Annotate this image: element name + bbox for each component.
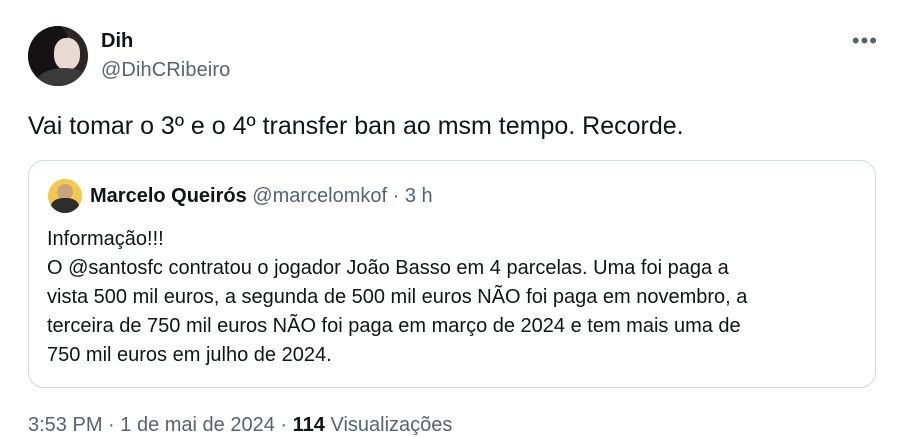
author-handle[interactable]: @DihCRibeiro [101, 59, 230, 82]
views-label: Visualizações [330, 414, 453, 436]
tweet-text: Vai tomar o 3º e o 4º transfer ban ao ms… [28, 112, 684, 140]
quoted-author-avatar[interactable] [48, 179, 82, 213]
quoted-avatar-body [51, 198, 79, 213]
quoted-timestamp[interactable]: 3 h [405, 185, 433, 207]
quoted-header: Marcelo Queirós @marcelomkof · 3 h [90, 185, 433, 208]
quoted-handle[interactable]: @marcelomkof [252, 185, 387, 207]
tweet-time[interactable]: 3:53 PM [28, 414, 102, 436]
footer-separator: · [280, 414, 288, 436]
quoted-text-line: terceira de 750 mil euros NÃO foi paga e… [47, 315, 741, 337]
quoted-display-name[interactable]: Marcelo Queirós [90, 185, 247, 207]
quoted-text-line: 750 mil euros em julho de 2024. [47, 344, 332, 366]
quoted-text: Informação!!! O @santosfc contratou o jo… [47, 225, 867, 370]
tweet-date[interactable]: 1 de mai de 2024 [120, 414, 275, 436]
quoted-tweet-card[interactable]: Marcelo Queirós @marcelomkof · 3 h Infor… [28, 160, 876, 388]
quoted-text-line: Informação!!! [47, 228, 164, 250]
author-avatar[interactable] [28, 26, 88, 86]
more-options-icon[interactable]: ••• [852, 30, 878, 52]
quoted-text-line: vista 500 mil euros, a segunda de 500 mi… [47, 286, 748, 308]
tweet-footer: 3:53 PM · 1 de mai de 2024 · 114 Visuali… [28, 414, 452, 437]
quoted-text-line: O @santosfc contratou o jogador João Bas… [47, 257, 729, 279]
avatar-face [54, 38, 80, 70]
quoted-separator: · [392, 185, 400, 207]
author-display-name[interactable]: Dih [101, 30, 133, 53]
footer-separator: · [108, 414, 115, 436]
views-count: 114 [292, 414, 325, 436]
